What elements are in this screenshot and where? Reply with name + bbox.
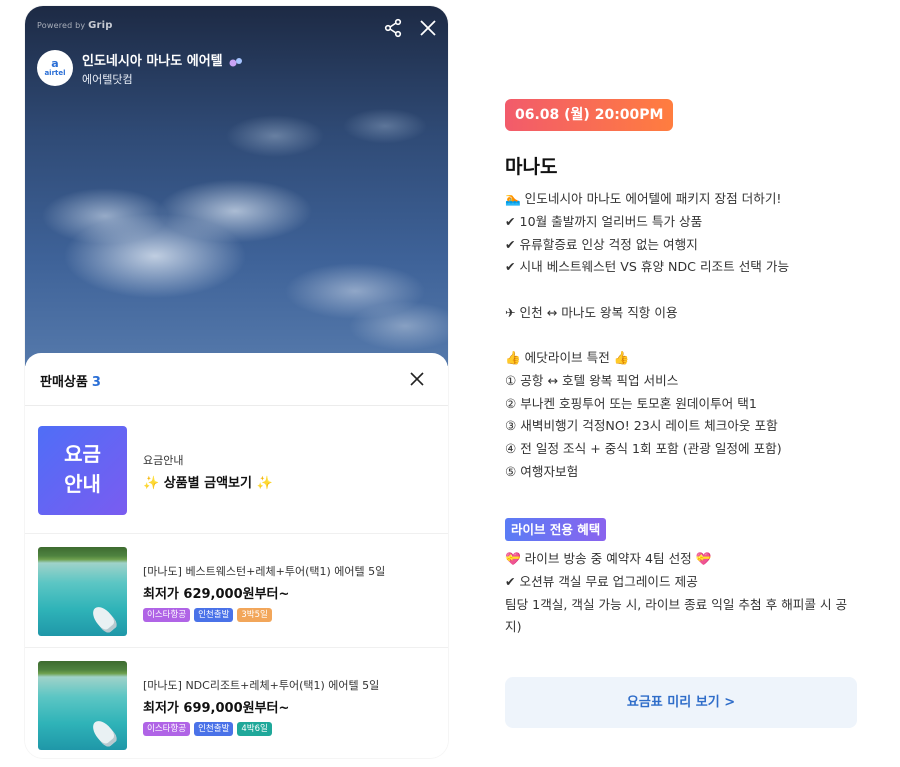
description-line: ✔ 유류할증료 인상 걱정 없는 여행지 <box>505 236 698 252</box>
description-line: ① 공항 ↔ 호텔 왕복 픽업 서비스 <box>505 372 679 388</box>
description-line: ④ 전 일정 조식 + 중식 1회 포함 (관광 일정에 포함) <box>505 441 782 457</box>
description-line: 팀당 1객실, 객실 가능 시, 라이브 종료 익일 추첨 후 해피콜 시 공지… <box>505 596 848 635</box>
description-line: ✈ 인천 ↔ 마나도 왕복 직항 이용 <box>505 305 678 320</box>
sheet-heading: 판매상품 3 <box>40 371 101 390</box>
description-line: 💝 라이브 방송 중 예약자 4팀 선정 💝 <box>505 551 712 566</box>
item-title: ✨ 상품별 금액보기 ✨ <box>143 476 273 491</box>
close-icon[interactable] <box>408 370 426 388</box>
product-count: 3 <box>91 375 101 390</box>
tag-departure: 인천출발 <box>194 608 234 622</box>
share-icon[interactable] <box>383 18 403 38</box>
description-block-flight: ✈ 인천 ↔ 마나도 왕복 직항 이용 <box>505 302 875 325</box>
item-subtitle: [마나도] 베스트웨스턴+레체+투어(택1) 에어텔 5일 <box>143 565 386 578</box>
divider <box>25 533 448 534</box>
item-price: 최저가 699,000원부터~ <box>143 701 290 716</box>
channel-avatar[interactable]: a airtel <box>37 50 73 86</box>
description-line: 🏊 인도네시아 마나도 에어텔에 패키지 장점 더하기! <box>505 191 782 206</box>
description-line: ✔ 시내 베스트웨스턴 VS 휴양 NDC 리조트 선택 가능 <box>505 259 790 275</box>
product-title: 마나도 <box>505 156 558 178</box>
description-line: ③ 새벽비행기 걱정NO! 23시 레이트 체크아웃 포함 <box>505 418 778 434</box>
description-line: ② 부나켄 호핑투어 또는 토모혼 원데이투어 택1 <box>505 395 757 411</box>
sheet-heading-text: 판매상품 <box>40 375 88 390</box>
live-player: Powered by Grip a airtel 인도네시아 마나도 에어텔 에… <box>25 6 448 758</box>
item-subtitle: 요금안내 <box>143 454 184 467</box>
product-thumbnail <box>38 661 127 750</box>
price-table-preview-button[interactable]: 요금표 미리 보기 > <box>505 677 857 728</box>
price-guide-thumbnail: 요금 안내 <box>38 426 127 515</box>
live-benefit-badge: 라이브 전용 혜택 <box>505 518 607 541</box>
tag-airline: 이스타항공 <box>143 722 191 736</box>
description-line: ✔ 10월 출발까지 얼리버드 특가 상품 <box>505 213 703 229</box>
tag-duration: 3박5일 <box>237 608 272 622</box>
product-thumbnail <box>38 547 127 636</box>
powered-by-text: Powered by <box>37 21 86 30</box>
channel-name: 에어텔닷컴 <box>82 73 133 86</box>
item-tags: 이스타항공 인천출발 4박6일 <box>143 722 272 736</box>
description-block-highlights: 🏊 인도네시아 마나도 에어텔에 패키지 장점 더하기! ✔ 10월 출발까지 … <box>505 188 875 279</box>
product-item-price-guide[interactable]: 요금 안내 요금안내 ✨ 상품별 금액보기 ✨ <box>25 426 448 518</box>
live-title: 인도네시아 마나도 에어텔 <box>82 50 243 69</box>
broadcast-date-badge: 06.08 (월) 20:00PM <box>505 99 674 131</box>
description-line: ✔ 오션뷰 객실 무료 업그레이드 제공 <box>505 573 698 589</box>
thumb-line: 요금 <box>64 442 101 466</box>
tag-duration: 4박6일 <box>237 722 272 736</box>
item-price: 최저가 629,000원부터~ <box>143 587 290 602</box>
description-line: 👍 에닷라이브 특전 👍 <box>505 350 630 365</box>
live-title-text: 인도네시아 마나도 에어텔 <box>82 54 223 69</box>
tag-departure: 인천출발 <box>194 722 234 736</box>
description-block-perks: 👍 에닷라이브 특전 👍 ① 공항 ↔ 호텔 왕복 픽업 서비스 ② 부나켄 호… <box>505 347 875 484</box>
divider <box>25 647 448 648</box>
powered-by-brand: Grip <box>88 20 113 31</box>
divider <box>25 405 448 406</box>
description-line: ⑤ 여행자보험 <box>505 463 579 479</box>
product-sheet: 판매상품 3 요금 안내 요금안내 ✨ 상품별 금액보기 ✨ [마나도] 베스트웨… <box>25 353 448 758</box>
avatar-mark: a <box>51 57 59 70</box>
item-subtitle: [마나도] NDC리조트+레체+투어(택1) 에어텔 5일 <box>143 679 380 692</box>
close-icon[interactable] <box>418 18 438 38</box>
avatar-text: airtel <box>44 69 66 77</box>
thumb-line: 안내 <box>64 472 101 496</box>
powered-by-label: Powered by Grip <box>37 20 113 31</box>
description-block-live-benefit: 💝 라이브 방송 중 예약자 4팀 선정 💝 ✔ 오션뷰 객실 무료 업그레이드… <box>505 548 850 639</box>
bubbles-icon <box>229 57 243 66</box>
product-item[interactable]: [마나도] NDC리조트+레체+투어(택1) 에어텔 5일 최저가 699,00… <box>25 661 448 753</box>
item-tags: 이스타항공 인천출발 3박5일 <box>143 608 272 622</box>
product-item[interactable]: [마나도] 베스트웨스턴+레체+투어(택1) 에어텔 5일 최저가 629,00… <box>25 547 448 639</box>
tag-airline: 이스타항공 <box>143 608 191 622</box>
